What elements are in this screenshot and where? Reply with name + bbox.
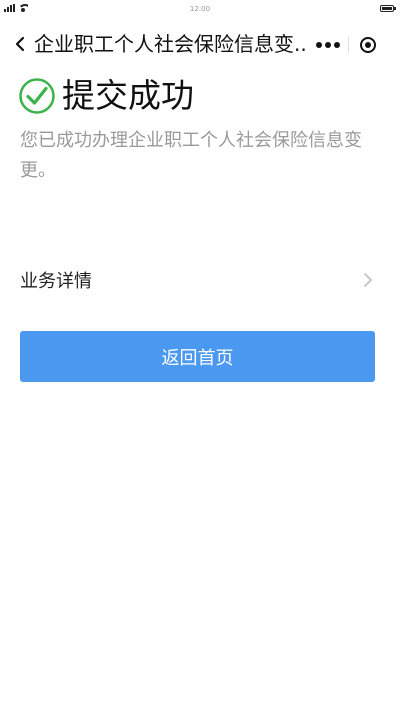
status-time: 12:00 — [189, 5, 211, 13]
target-close-icon[interactable] — [348, 30, 388, 60]
nav-bar: 企业职工个人社会保险信息变... — [0, 24, 400, 64]
business-detail-row[interactable]: 业务详情 — [0, 258, 400, 302]
business-detail-label: 业务详情 — [20, 271, 92, 292]
mini-program-capsule — [308, 30, 388, 60]
success-title: 提交成功 — [62, 76, 194, 115]
success-description: 您已成功办理企业职工个人社会保险信息变更。 — [20, 130, 362, 181]
chevron-left-icon[interactable] — [10, 32, 30, 56]
page-title: 企业职工个人社会保险信息变... — [34, 32, 306, 56]
check-circle-icon — [19, 78, 55, 114]
return-home-button[interactable]: 返回首页 — [20, 331, 375, 382]
status-bar: 12:00 — [0, 0, 400, 20]
more-dots-icon[interactable] — [308, 30, 348, 60]
battery-icon — [380, 5, 396, 12]
success-header: 提交成功 — [18, 76, 194, 116]
chevron-right-icon — [364, 273, 372, 287]
